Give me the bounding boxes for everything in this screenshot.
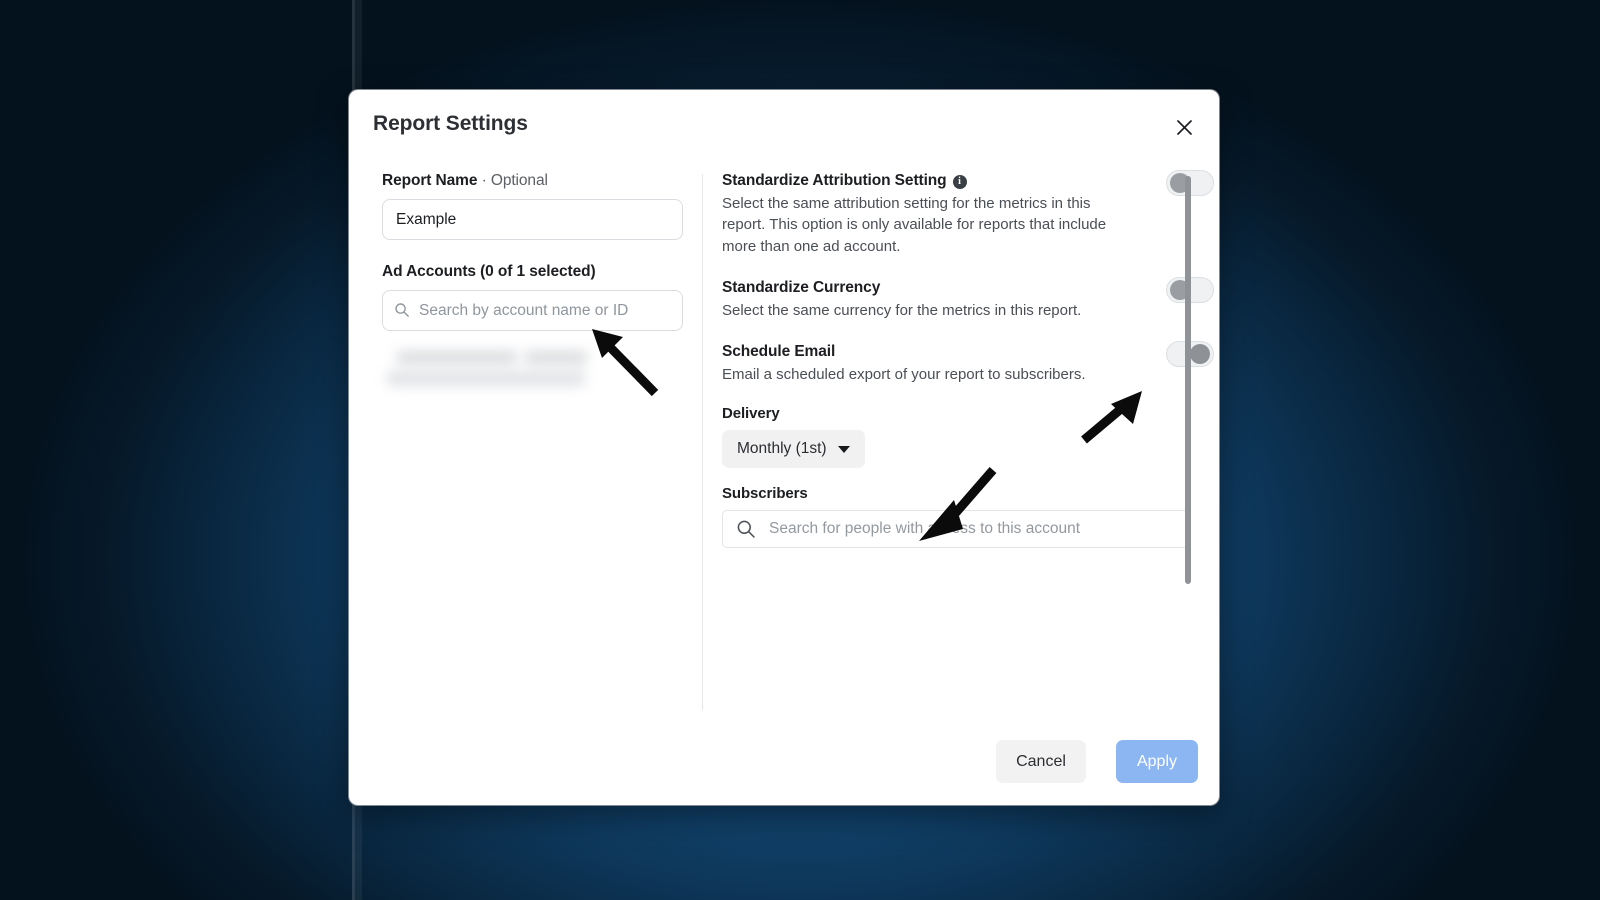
ad-accounts-label: Ad Accounts (0 of 1 selected)	[382, 263, 596, 280]
dialog-body: Report Name · Optional Ad Accounts (0 of…	[349, 162, 1219, 722]
standardize-currency-title: Standardize Currency	[722, 278, 881, 296]
schedule-email-title: Schedule Email	[722, 343, 836, 361]
dialog-header: Report Settings	[349, 90, 1219, 162]
report-name-optional-text: Optional	[490, 172, 548, 189]
delivery-select[interactable]: Monthly (1st)	[722, 430, 865, 469]
page-title: Report Settings	[373, 112, 528, 135]
delivery-label: Delivery	[722, 405, 780, 423]
redacted-account-result[interactable]	[387, 345, 597, 393]
report-name-label-text: Report Name	[382, 172, 478, 189]
standardize-currency-description: Select the same currency for the metrics…	[722, 301, 1082, 319]
ad-accounts-search-wrapper	[382, 290, 683, 331]
report-name-label: Report Name · Optional	[382, 172, 684, 190]
cancel-button[interactable]: Cancel	[996, 740, 1086, 783]
close-icon	[1176, 119, 1193, 136]
schedule-email-description: Email a scheduled export of your report …	[722, 366, 1086, 384]
left-column: Report Name · Optional Ad Accounts (0 of…	[382, 172, 684, 393]
ad-accounts-search-input[interactable]	[382, 290, 683, 331]
close-button[interactable]	[1169, 112, 1199, 142]
subscribers-section: Subscribers	[722, 485, 1190, 549]
subscribers-label: Subscribers	[722, 485, 808, 503]
dialog-footer: Cancel Apply	[349, 722, 1219, 805]
apply-button[interactable]: Apply	[1116, 740, 1198, 783]
report-name-separator: ·	[481, 172, 487, 189]
setting-schedule-email: Schedule Email Email a scheduled export …	[722, 341, 1214, 385]
report-name-input[interactable]	[382, 199, 683, 240]
column-divider	[702, 174, 703, 710]
report-settings-dialog: Report Settings Report Name · Optional A…	[349, 90, 1219, 805]
setting-standardize-currency: Standardize Currency Select the same cur…	[722, 276, 1214, 321]
delivery-section: Delivery Monthly (1st)	[722, 405, 1190, 469]
standardize-attribution-title: Standardize Attribution Setting i	[722, 172, 1190, 190]
setting-standardize-attribution: Standardize Attribution Setting i Select…	[722, 170, 1214, 257]
right-panel-scrollbar[interactable]	[1185, 176, 1191, 584]
delivery-selected-value: Monthly (1st)	[737, 440, 827, 458]
standardize-attribution-description: Select the same attribution setting for …	[722, 195, 1107, 255]
standardize-attribution-title-text: Standardize Attribution Setting	[722, 172, 947, 189]
right-column: Standardize Attribution Setting i Select…	[722, 170, 1214, 549]
info-icon[interactable]: i	[952, 175, 967, 189]
chevron-down-icon	[837, 445, 850, 453]
subscribers-search-wrapper	[722, 510, 1189, 549]
subscribers-search-input[interactable]	[722, 510, 1189, 549]
